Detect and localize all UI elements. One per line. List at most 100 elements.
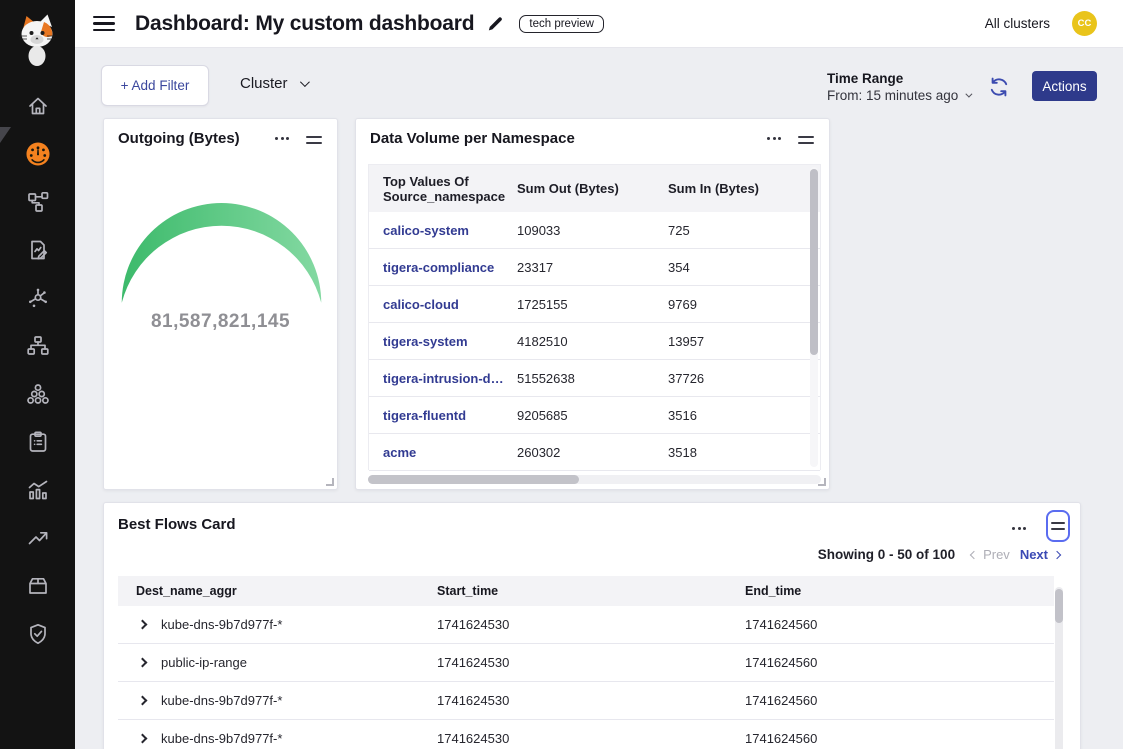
more-options-button[interactable]: [763, 133, 785, 144]
sum-out-value: 23317: [509, 249, 660, 285]
sidebar-item-topology[interactable]: [0, 178, 75, 226]
more-options-button[interactable]: [271, 133, 293, 144]
column-header-dest-name[interactable]: Dest_name_aggr: [118, 576, 437, 606]
table-row: kube-dns-9b7d977f-* 1741624530 174162456…: [118, 720, 1054, 749]
time-range: Time Range From: 15 minutes ago: [827, 70, 970, 104]
table-row: kube-dns-9b7d977f-* 1741624530 174162456…: [118, 606, 1054, 644]
next-page-button[interactable]: Next: [1020, 547, 1060, 562]
flows-table: Dest_name_aggr Start_time End_time kube-…: [118, 576, 1054, 749]
expand-chevron-icon[interactable]: [138, 696, 148, 706]
gauge-arc: [116, 191, 327, 311]
column-header-sum-in[interactable]: Sum In (Bytes): [660, 165, 820, 212]
all-clusters-selector[interactable]: All clusters: [985, 16, 1050, 31]
document-edit-icon: [26, 238, 50, 262]
calico-cat-logo[interactable]: [14, 12, 60, 68]
sidebar-item-compliance[interactable]: [0, 418, 75, 466]
sidebar-item-service-graph[interactable]: [0, 274, 75, 322]
namespace-link[interactable]: tigera-system: [383, 334, 468, 349]
sidebar-item-reports[interactable]: [0, 226, 75, 274]
pagination-status: Showing 0 - 50 of 100: [818, 547, 955, 562]
resize-handle[interactable]: [326, 478, 334, 486]
end-time-value: 1741624560: [745, 682, 1054, 719]
vertical-scrollbar[interactable]: [1055, 589, 1063, 623]
add-filter-button[interactable]: + Add Filter: [101, 65, 209, 106]
chevron-down-icon: [966, 91, 973, 98]
bar-chart-icon: [26, 478, 50, 502]
sidebar-item-clusters[interactable]: [0, 370, 75, 418]
cluster-dropdown-label: Cluster: [240, 75, 288, 92]
page-title: Dashboard: My custom dashboard: [135, 12, 474, 36]
sitemap-icon: [26, 334, 50, 358]
card-title: Outgoing (Bytes): [118, 130, 240, 147]
sum-out-value: 109033: [509, 212, 660, 248]
card-title: Data Volume per Namespace: [370, 130, 575, 147]
expand-chevron-icon[interactable]: [138, 658, 148, 668]
time-range-value[interactable]: From: 15 minutes ago: [827, 87, 970, 104]
hamburger-menu-icon[interactable]: [93, 16, 115, 32]
sidebar-item-dashboards[interactable]: [0, 130, 75, 178]
column-header-end-time[interactable]: End_time: [745, 576, 1054, 606]
sum-in-value: 354: [660, 249, 820, 285]
avatar[interactable]: CC: [1072, 11, 1097, 36]
column-header-sum-out[interactable]: Sum Out (Bytes): [509, 165, 660, 212]
sidebar-item-security[interactable]: [0, 610, 75, 658]
cluster-dropdown[interactable]: Cluster: [240, 75, 307, 92]
start-time-value: 1741624530: [437, 720, 745, 749]
actions-button[interactable]: Actions: [1032, 71, 1097, 101]
column-header-source-namespace[interactable]: Top Values Of Source_namespace: [369, 165, 509, 212]
best-flows-card: Best Flows Card Showing 0 - 50 of 100 Pr…: [103, 502, 1081, 749]
namespace-link[interactable]: tigera-intrusion-d…: [383, 371, 504, 386]
dest-name: kube-dns-9b7d977f-*: [161, 693, 282, 708]
start-time-value: 1741624530: [437, 606, 745, 643]
table-row: tigera-system 4182510 13957: [369, 323, 820, 360]
table-row: calico-system 109033 725: [369, 212, 820, 249]
drag-handle-icon[interactable]: [303, 133, 325, 147]
sidebar-item-home[interactable]: [0, 82, 75, 130]
outgoing-bytes-card: Outgoing (Bytes) 81,587,821,145: [103, 118, 338, 490]
horizontal-scrollbar[interactable]: [368, 475, 579, 484]
namespace-link[interactable]: acme: [383, 445, 416, 460]
prev-page-button[interactable]: Prev: [971, 547, 1010, 562]
vertical-scrollbar[interactable]: [810, 169, 818, 355]
namespace-link[interactable]: tigera-compliance: [383, 260, 494, 275]
drag-handle-focused[interactable]: [1046, 510, 1070, 542]
main-content: + Add Filter Cluster Time Range From: 15…: [75, 48, 1123, 749]
expand-chevron-icon[interactable]: [138, 620, 148, 630]
start-time-value: 1741624530: [437, 644, 745, 681]
sum-in-value: 3518: [660, 434, 820, 470]
card-title: Best Flows Card: [118, 516, 236, 533]
more-options-button[interactable]: [1008, 523, 1030, 534]
expand-chevron-icon[interactable]: [138, 734, 148, 744]
drag-handle-icon[interactable]: [795, 133, 817, 147]
chevron-down-icon: [299, 77, 309, 87]
refresh-button[interactable]: [988, 76, 1010, 98]
trend-arrow-icon: [26, 526, 50, 550]
chevron-right-icon: [1053, 550, 1061, 558]
sum-out-value: 1725155: [509, 286, 660, 322]
sum-in-value: 37726: [660, 360, 820, 396]
dest-name: public-ip-range: [161, 655, 247, 670]
table-header-row: Top Values Of Source_namespace Sum Out (…: [369, 165, 820, 212]
table-row: calico-cloud 1725155 9769: [369, 286, 820, 323]
table-row: public-ip-range 1741624530 1741624560: [118, 644, 1054, 682]
sum-out-value: 51552638: [509, 360, 660, 396]
sum-in-value: 13957: [660, 323, 820, 359]
sum-in-value: 9769: [660, 286, 820, 322]
start-time-value: 1741624530: [437, 682, 745, 719]
tech-preview-badge: tech preview: [519, 15, 604, 33]
clipboard-list-icon: [26, 430, 50, 454]
table-header-row: Dest_name_aggr Start_time End_time: [118, 576, 1054, 606]
sidebar-item-statistics[interactable]: [0, 466, 75, 514]
data-volume-card: Data Volume per Namespace Top Values Of …: [355, 118, 830, 490]
sidebar-item-workloads[interactable]: [0, 562, 75, 610]
namespace-link[interactable]: tigera-fluentd: [383, 408, 466, 423]
sidebar-item-network[interactable]: [0, 322, 75, 370]
dest-name: kube-dns-9b7d977f-*: [161, 617, 282, 632]
edit-pencil-icon[interactable]: [486, 14, 505, 33]
home-icon: [26, 94, 50, 118]
column-header-start-time[interactable]: Start_time: [437, 576, 745, 606]
namespace-link[interactable]: calico-system: [383, 223, 469, 238]
sidebar-item-performance[interactable]: [0, 514, 75, 562]
resize-handle[interactable]: [818, 478, 826, 486]
namespace-link[interactable]: calico-cloud: [383, 297, 459, 312]
